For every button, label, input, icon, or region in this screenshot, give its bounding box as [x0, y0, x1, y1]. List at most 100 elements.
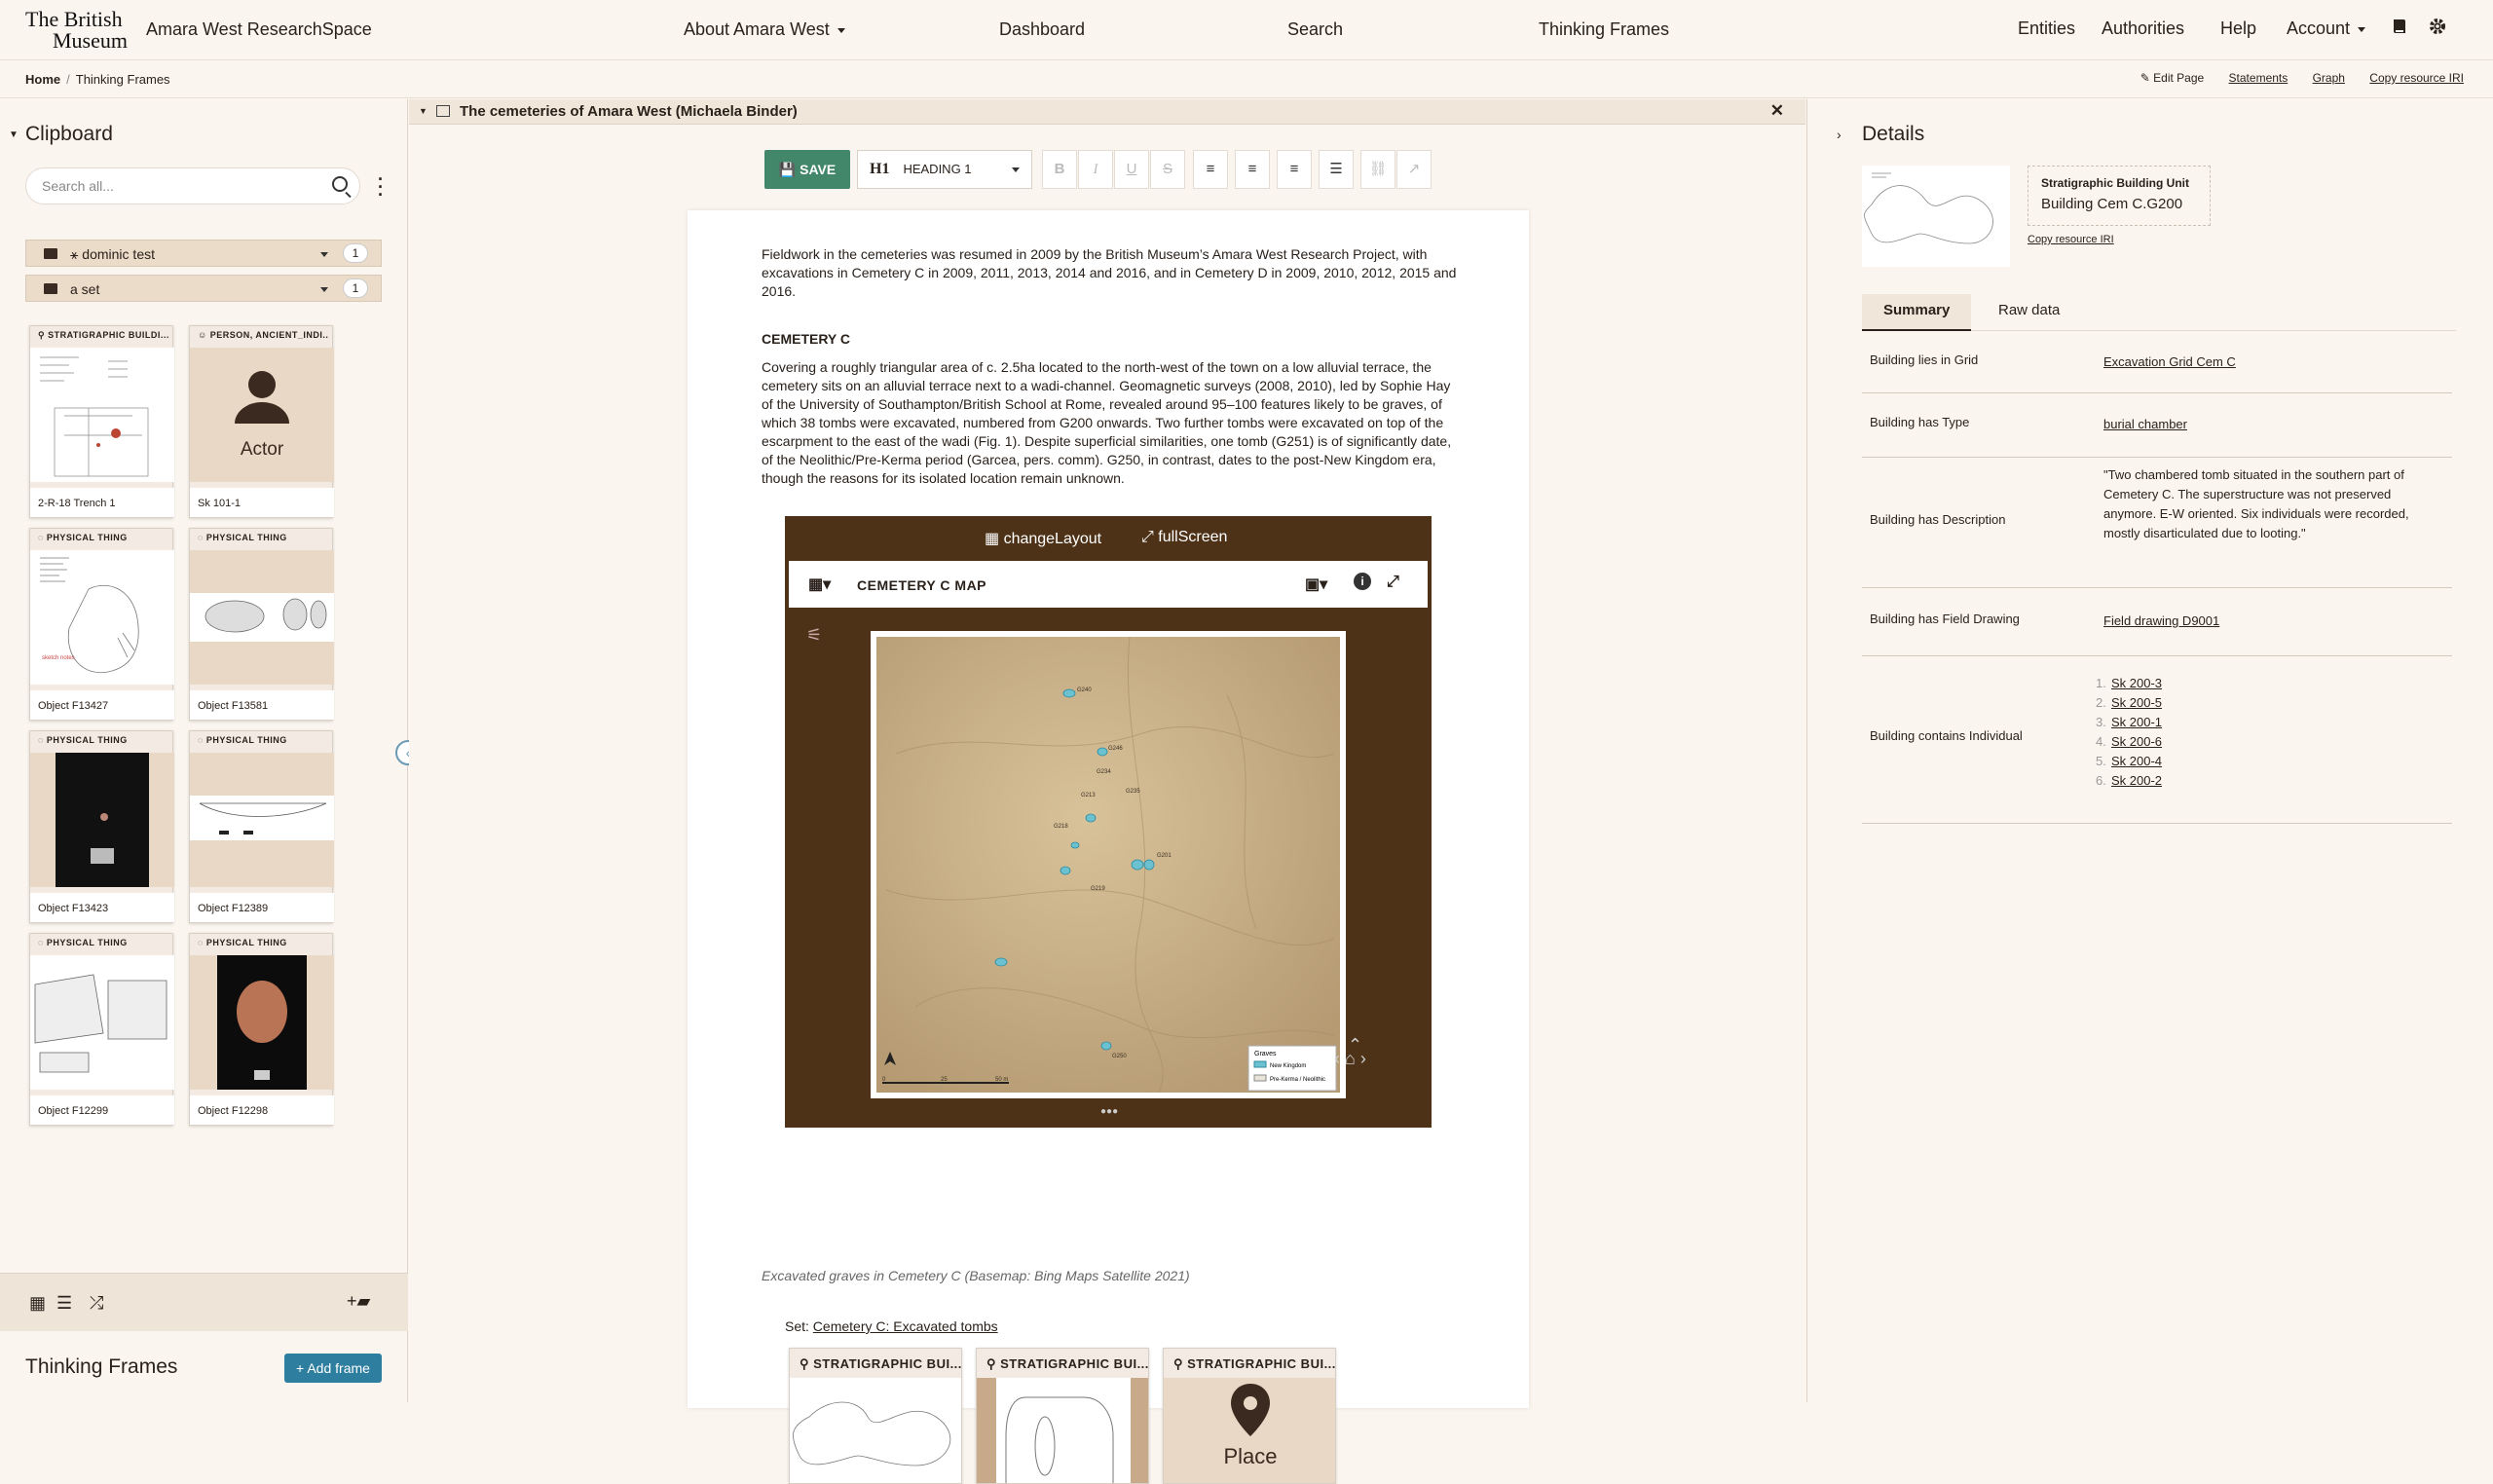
- card-label[interactable]: Object F13581: [190, 690, 334, 720]
- card-label[interactable]: Object F12298: [190, 1095, 334, 1125]
- align-left-icon[interactable]: ≡: [1193, 150, 1228, 189]
- clipboard-card[interactable]: ⚲ STRATIGRAPHIC BUILDI... 2-R-18 Trench …: [29, 325, 174, 518]
- collapse-triangle-icon: ▼: [9, 130, 19, 140]
- details-title[interactable]: › Details: [1837, 123, 1924, 146]
- nav-thinking-frames[interactable]: Thinking Frames: [1539, 19, 1669, 40]
- align-right-icon[interactable]: ≡: [1277, 150, 1312, 189]
- clipboard-title[interactable]: ▼ Clipboard: [9, 123, 113, 146]
- section-paragraph[interactable]: Covering a roughly triangular area of c.…: [762, 358, 1463, 488]
- book-icon[interactable]: [2392, 18, 2407, 40]
- app-title[interactable]: Amara West ResearchSpace: [146, 19, 372, 40]
- add-frame-button[interactable]: + Add frame: [284, 1354, 382, 1383]
- statements-link[interactable]: Statements: [2229, 71, 2288, 85]
- individual-list: 1. Sk 200-3 2. Sk 200-5 3. Sk 200-1 4. Sk 20…: [2096, 674, 2427, 791]
- set-link[interactable]: Cemetery C: Excavated tombs: [813, 1318, 998, 1334]
- card-label[interactable]: Object F12299: [30, 1095, 174, 1125]
- card-label[interactable]: Object F13423: [30, 893, 174, 922]
- breadcrumb: Home / Thinking Frames: [25, 72, 170, 87]
- individual-link[interactable]: Sk 200-1: [2111, 715, 2162, 729]
- map-pager-dots[interactable]: ●●●: [1100, 1106, 1118, 1117]
- nav-help[interactable]: Help: [2220, 19, 2256, 39]
- property-value-link[interactable]: Field drawing D9001: [2103, 613, 2219, 628]
- save-button[interactable]: 💾 SAVE: [764, 150, 850, 189]
- align-center-icon[interactable]: ≡: [1235, 150, 1270, 189]
- individual-link[interactable]: Sk 200-6: [2111, 734, 2162, 749]
- card-label[interactable]: Object F13427: [30, 690, 174, 720]
- section-heading[interactable]: CEMETERY C: [762, 331, 850, 347]
- set-card[interactable]: ⚲ STRATIGRAPHIC BUI...: [976, 1348, 1149, 1484]
- gear-icon[interactable]: [2429, 18, 2446, 40]
- nav-dashboard[interactable]: Dashboard: [999, 19, 1085, 40]
- clipboard-card[interactable]: ◌ PHYSICAL THING Object F12389: [189, 730, 334, 923]
- more-options-icon[interactable]: · · ·: [378, 170, 384, 204]
- british-museum-logo[interactable]: The British Museum: [25, 9, 132, 52]
- pan-left-icon[interactable]: ‹: [1334, 1049, 1340, 1068]
- pan-up-icon[interactable]: ⌃: [1348, 1036, 1362, 1054]
- clipboard-search-input[interactable]: Search all...: [25, 167, 360, 204]
- set-row-dominic-test[interactable]: ⚹ dominic test 1: [25, 240, 382, 267]
- italic-icon[interactable]: I: [1078, 150, 1113, 189]
- intro-paragraph[interactable]: Fieldwork in the cemeteries was resumed …: [762, 245, 1463, 301]
- map-pan-controls[interactable]: ⌃ ‹ ⌂ ›: [1334, 1036, 1366, 1068]
- collapse-triangle-icon[interactable]: ▼: [419, 106, 428, 116]
- entity-name: Building Cem C.G200: [2041, 196, 2183, 212]
- clipboard-card[interactable]: ◌ PHYSICAL THING Object F13423: [29, 730, 174, 923]
- chevron-right-icon[interactable]: ›: [1837, 127, 1842, 142]
- layout-grid-icon[interactable]: ▦▾: [808, 575, 831, 594]
- cemetery-map[interactable]: G240 G246 G234 G213 G235 G218 G201 G219 …: [871, 631, 1346, 1098]
- card-label[interactable]: Object F12389: [190, 893, 334, 922]
- fullscreen-label: fullScreen: [1158, 529, 1228, 545]
- grid-view-icon[interactable]: ▦: [29, 1293, 46, 1314]
- close-icon[interactable]: ✕: [1770, 101, 1784, 121]
- chevron-down-icon[interactable]: [320, 252, 328, 257]
- add-folder-icon[interactable]: +▰: [347, 1291, 370, 1312]
- clipboard-card[interactable]: ◌ PHYSICAL THING sketch notes Object F13…: [29, 528, 174, 721]
- clipboard-card[interactable]: ☺ PERSON, ANCIENT_INDI... Actor Sk 101-1: [189, 325, 334, 518]
- set-row-a-set[interactable]: a set 1: [25, 275, 382, 302]
- link-icon[interactable]: ⛓: [1360, 150, 1395, 189]
- edit-page-link[interactable]: ✎ Edit Page: [2140, 71, 2204, 85]
- image-icon[interactable]: ▣▾: [1305, 575, 1327, 594]
- info-icon[interactable]: i: [1354, 573, 1371, 590]
- strikethrough-icon[interactable]: S: [1150, 150, 1185, 189]
- external-link-icon[interactable]: ↗: [1396, 150, 1432, 189]
- fullscreen-button[interactable]: ⤢ fullScreen: [1141, 529, 1227, 546]
- copy-resource-iri-link[interactable]: Copy resource IRI: [2028, 234, 2114, 245]
- thinking-frames-title[interactable]: Thinking Frames: [25, 1355, 177, 1379]
- shuffle-icon[interactable]: ⤮: [90, 1293, 103, 1314]
- nav-about-amara-west[interactable]: About Amara West: [684, 19, 845, 40]
- bold-icon[interactable]: B: [1042, 150, 1077, 189]
- nav-entities[interactable]: Entities: [2018, 19, 2075, 39]
- individual-link[interactable]: Sk 200-2: [2111, 773, 2162, 788]
- set-card[interactable]: ⚲ STRATIGRAPHIC BUI... Place: [1163, 1348, 1336, 1484]
- nav-search[interactable]: Search: [1287, 19, 1343, 40]
- tab-summary[interactable]: Summary: [1862, 294, 1972, 331]
- graph-link[interactable]: Graph: [2313, 71, 2345, 85]
- card-label[interactable]: 2-R-18 Trench 1: [30, 488, 174, 517]
- search-icon[interactable]: [332, 176, 348, 192]
- card-label[interactable]: Sk 101-1: [190, 488, 334, 517]
- chevron-down-icon[interactable]: [320, 287, 328, 292]
- tab-raw-data[interactable]: Raw data: [1977, 294, 2081, 331]
- map-settings-icon[interactable]: ⚟: [806, 625, 822, 646]
- list-view-icon[interactable]: ☰: [56, 1293, 72, 1314]
- editor-document[interactable]: Fieldwork in the cemeteries was resumed …: [688, 210, 1529, 1484]
- property-value-link[interactable]: burial chamber: [2103, 417, 2187, 431]
- heading-select[interactable]: H1 HEADING 1: [857, 150, 1032, 189]
- clipboard-card[interactable]: ◌ PHYSICAL THING Object F13581: [189, 528, 334, 721]
- clipboard-card[interactable]: ◌ PHYSICAL THING Object F12299: [29, 933, 174, 1126]
- clipboard-card[interactable]: ◌ PHYSICAL THING Object F12298: [189, 933, 334, 1126]
- nav-authorities[interactable]: Authorities: [2102, 19, 2184, 39]
- nav-account[interactable]: Account: [2287, 19, 2366, 39]
- breadcrumb-home[interactable]: Home: [25, 72, 60, 87]
- individual-link[interactable]: Sk 200-4: [2111, 754, 2162, 768]
- set-card[interactable]: ⚲ STRATIGRAPHIC BUI...: [789, 1348, 962, 1484]
- underline-icon[interactable]: U: [1114, 150, 1149, 189]
- change-layout-button[interactable]: ▦ changeLayout: [985, 529, 1101, 548]
- expand-icon[interactable]: ⤢: [1387, 574, 1399, 591]
- copy-resource-iri-link[interactable]: Copy resource IRI: [2369, 71, 2464, 85]
- individual-link[interactable]: Sk 200-5: [2111, 695, 2162, 710]
- property-value-link[interactable]: Excavation Grid Cem C: [2103, 354, 2236, 369]
- align-justify-icon[interactable]: ☰: [1319, 150, 1354, 189]
- individual-link[interactable]: Sk 200-3: [2111, 676, 2162, 690]
